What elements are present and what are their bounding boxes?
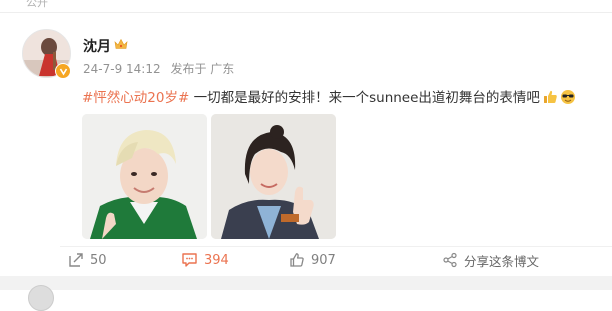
- repost-icon: [69, 253, 83, 267]
- post-meta: 24-7-9 14:12 发布于 广东: [83, 60, 240, 77]
- share-button[interactable]: 分享这条博文: [442, 251, 539, 269]
- photo-thumbs-up-portrait: [211, 114, 336, 239]
- photo-blonde-performer: [82, 114, 207, 239]
- post-image-2[interactable]: [211, 114, 336, 239]
- verified-badge-icon: [55, 63, 71, 79]
- cool-sunglasses-icon: [560, 90, 575, 104]
- post-date[interactable]: 24-7-9 14:12: [83, 62, 161, 76]
- share-icon: [443, 252, 457, 268]
- comment-count: 394: [204, 252, 229, 268]
- visibility-label: 公开: [26, 0, 48, 9]
- crown-icon: [114, 38, 128, 49]
- repost-button[interactable]: 50: [68, 251, 107, 269]
- post-image-1[interactable]: [82, 114, 207, 239]
- username[interactable]: 沈月: [83, 36, 111, 56]
- comment-icon: [182, 253, 197, 267]
- hashtag-link[interactable]: #怦然心动20岁#: [82, 90, 189, 106]
- post-source: 发布于 广东: [170, 62, 235, 76]
- next-post-avatar[interactable]: [28, 285, 54, 311]
- actions-divider: [60, 246, 612, 247]
- post-text: #怦然心动20岁# 一切都是最好的安排！来一个sunnee出道初舞台的表情吧: [82, 86, 576, 106]
- thumbs-up-icon: [543, 90, 557, 103]
- like-button[interactable]: 907: [289, 251, 336, 269]
- comment-button[interactable]: 394: [181, 251, 229, 269]
- post-body: 一切都是最好的安排！来一个sunnee出道初舞台的表情吧: [189, 90, 540, 106]
- like-count: 907: [311, 252, 336, 268]
- share-label: 分享这条博文: [464, 253, 540, 269]
- like-icon: [290, 253, 304, 267]
- repost-count: 50: [90, 252, 107, 268]
- next-card-gap: [0, 276, 612, 290]
- top-divider: [0, 12, 612, 13]
